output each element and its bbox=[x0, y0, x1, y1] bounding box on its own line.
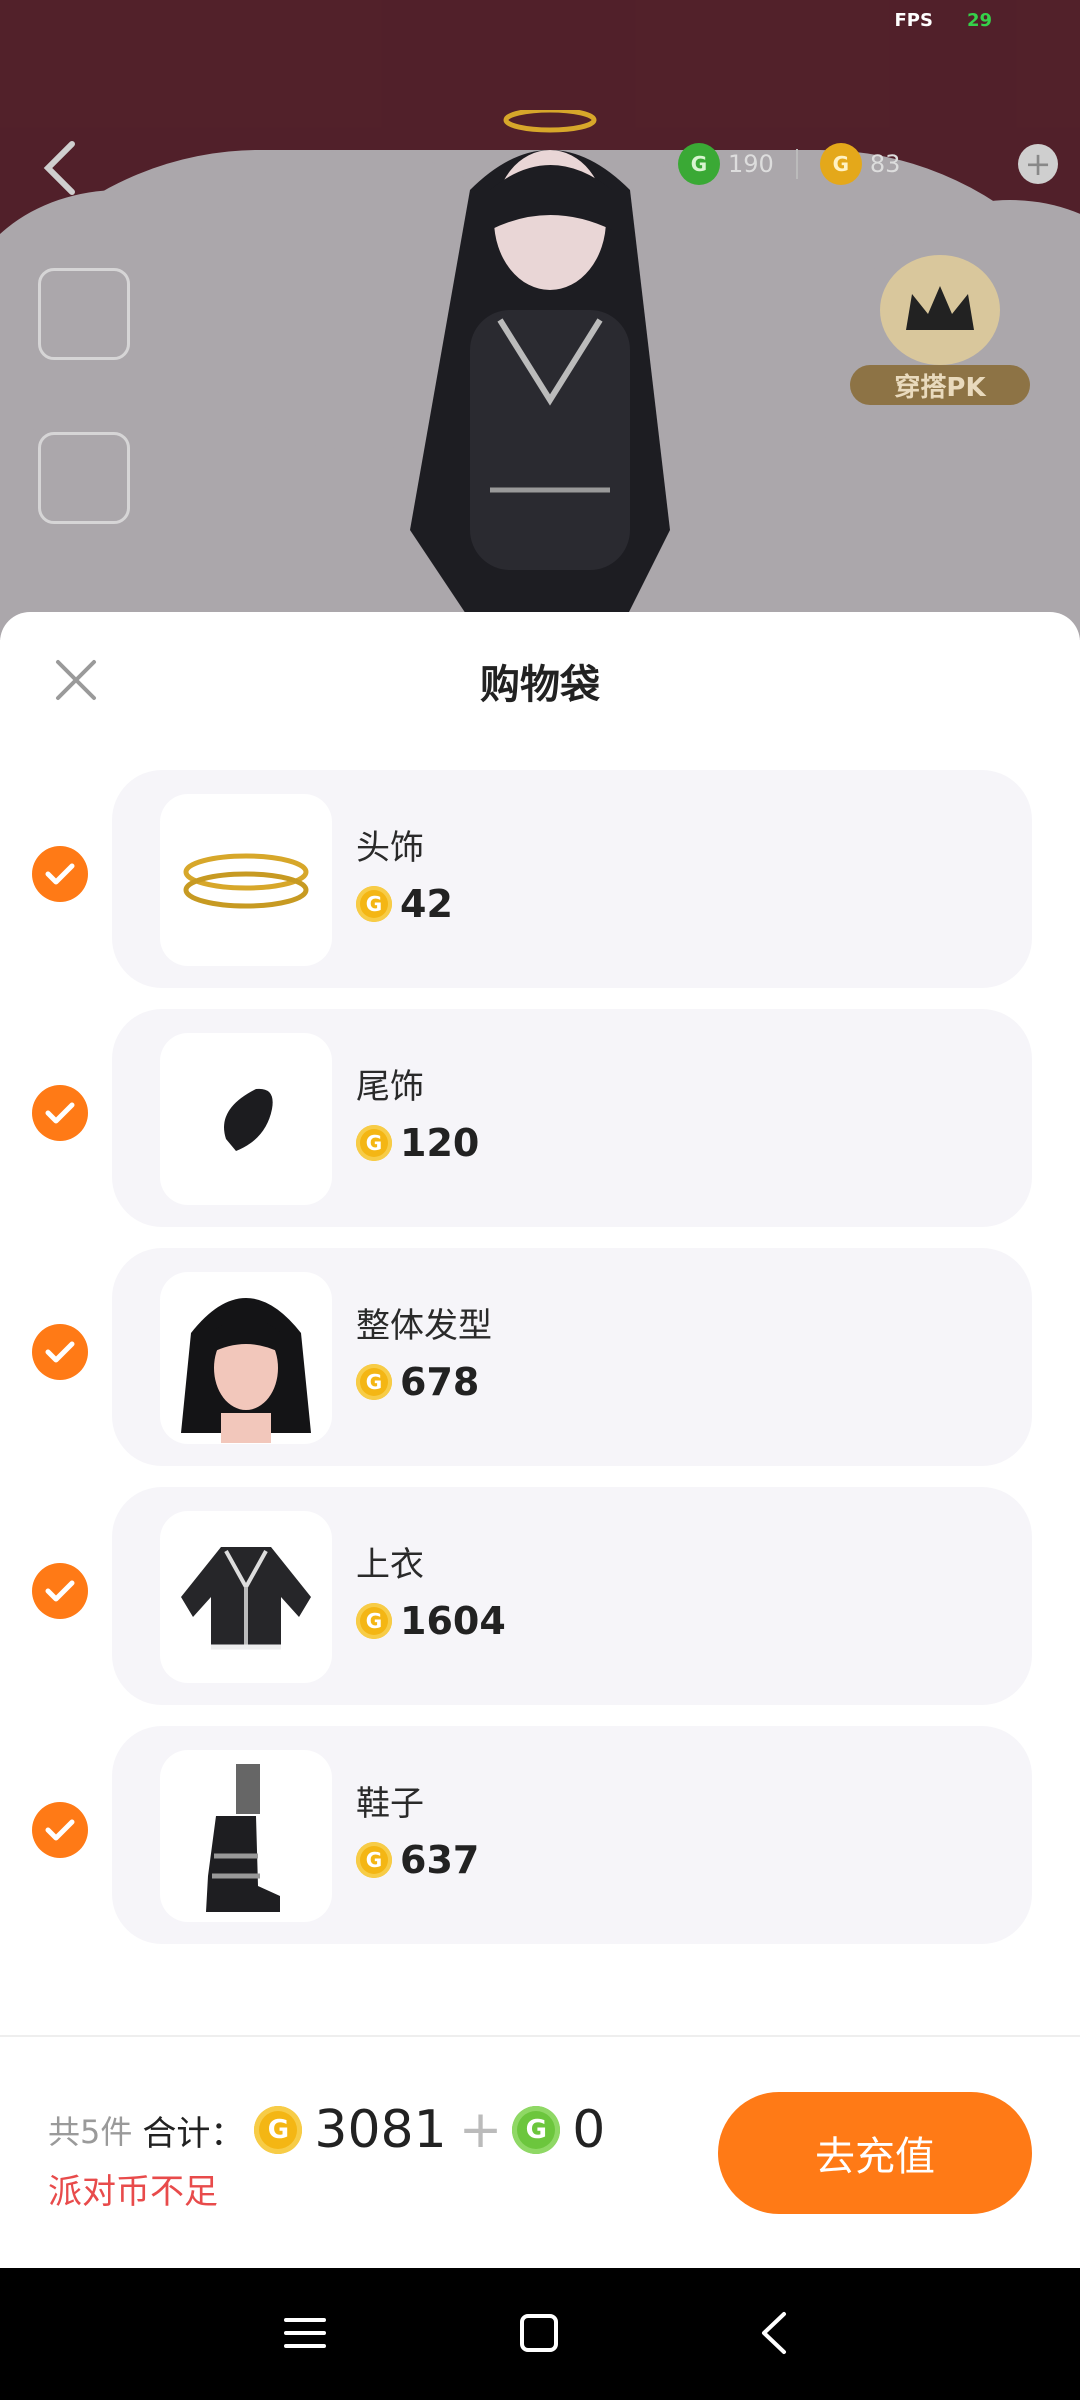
item-price: G 637 bbox=[356, 1838, 479, 1882]
item-price: G 42 bbox=[356, 882, 453, 926]
item-price: G 1604 bbox=[356, 1599, 506, 1643]
back-icon[interactable] bbox=[750, 2308, 800, 2358]
item-count: 共5件 bbox=[48, 2113, 133, 2151]
item-price-value: 1604 bbox=[400, 1599, 506, 1643]
shopping-bag-sheet: 购物袋 头饰 G 42 尾饰 G 120 整体发型 G 678 上衣 G 160… bbox=[0, 612, 1080, 2268]
item-checkbox[interactable] bbox=[32, 1563, 88, 1619]
cart-item: 上衣 G 1604 bbox=[0, 1477, 1080, 1716]
checkmark-icon bbox=[45, 1341, 75, 1363]
back-arrow-icon[interactable] bbox=[40, 138, 80, 198]
checkmark-icon bbox=[45, 1102, 75, 1124]
item-card[interactable]: 尾饰 G 120 bbox=[112, 1009, 1032, 1227]
side-button-activity[interactable] bbox=[38, 268, 130, 366]
item-name: 头饰 bbox=[356, 828, 424, 868]
item-thumbnail bbox=[160, 794, 332, 966]
plus-sign: + bbox=[458, 2100, 503, 2160]
jacket-icon bbox=[181, 1547, 311, 1650]
gold-coin-icon: G bbox=[356, 1603, 392, 1639]
halo-icon bbox=[183, 853, 309, 909]
gold-total: 3081 bbox=[314, 2100, 447, 2160]
item-name: 上衣 bbox=[356, 1545, 424, 1585]
side-button-gift[interactable] bbox=[38, 432, 130, 530]
cart-summary: 共5件 合计： G 3081 + G 0 bbox=[48, 2100, 617, 2160]
gold-currency-value: 83 bbox=[869, 150, 901, 178]
insufficient-funds-warning: 派对币不足 bbox=[48, 2172, 218, 2212]
item-thumbnail bbox=[160, 1511, 332, 1683]
gift-box-icon bbox=[38, 432, 130, 524]
cart-item-list: 头饰 G 42 尾饰 G 120 整体发型 G 678 上衣 G 1604 鞋子… bbox=[0, 760, 1080, 1955]
cart-item: 尾饰 G 120 bbox=[0, 999, 1080, 1238]
cart-item: 整体发型 G 678 bbox=[0, 1238, 1080, 1477]
item-thumbnail bbox=[160, 1033, 332, 1205]
item-price-value: 678 bbox=[400, 1360, 480, 1404]
item-thumbnail bbox=[160, 1750, 332, 1922]
gold-coin-icon: G bbox=[356, 1125, 392, 1161]
item-thumbnail bbox=[160, 1272, 332, 1444]
item-card[interactable]: 头饰 G 42 bbox=[112, 770, 1032, 988]
add-currency-button[interactable]: + bbox=[1018, 144, 1058, 184]
checkmark-icon bbox=[45, 863, 75, 885]
item-card[interactable]: 鞋子 G 637 bbox=[112, 1726, 1032, 1944]
menu-icon[interactable] bbox=[280, 2308, 330, 2358]
green-coin-icon: G bbox=[512, 2106, 561, 2154]
gold-coin-icon: G bbox=[356, 1364, 392, 1400]
total-label: 合计： bbox=[142, 2113, 245, 2154]
fps-label: FPS bbox=[894, 10, 933, 31]
item-name: 尾饰 bbox=[356, 1067, 424, 1107]
item-price: G 120 bbox=[356, 1121, 479, 1165]
gold-coin-icon: G bbox=[254, 2106, 303, 2154]
item-name: 整体发型 bbox=[356, 1306, 492, 1346]
item-checkbox[interactable] bbox=[32, 1085, 88, 1141]
item-checkbox[interactable] bbox=[32, 1802, 88, 1858]
crown-icon bbox=[880, 255, 1000, 365]
tail-icon bbox=[224, 1088, 273, 1151]
item-name: 鞋子 bbox=[356, 1784, 424, 1824]
outfit-pk-label: 穿搭PK bbox=[850, 365, 1030, 405]
hairstyle-icon bbox=[181, 1298, 311, 1443]
item-checkbox[interactable] bbox=[32, 1324, 88, 1380]
cart-item: 鞋子 G 637 bbox=[0, 1716, 1080, 1955]
green-total: 0 bbox=[572, 2100, 606, 2160]
checkmark-icon bbox=[45, 1819, 75, 1841]
currency-bar: G 190 G 83 + bbox=[678, 138, 1058, 190]
outfit-pk-badge[interactable]: 穿搭PK bbox=[850, 255, 1030, 405]
item-checkbox[interactable] bbox=[32, 846, 88, 902]
item-card[interactable]: 上衣 G 1604 bbox=[112, 1487, 1032, 1705]
sheet-title: 购物袋 bbox=[480, 662, 600, 708]
fps-counter: FPS 29 bbox=[894, 10, 992, 31]
item-price: G 678 bbox=[356, 1360, 479, 1404]
checkmark-icon bbox=[45, 1580, 75, 1602]
home-icon[interactable] bbox=[514, 2308, 564, 2358]
fps-value: 29 bbox=[966, 10, 992, 31]
footer-divider bbox=[0, 2035, 1080, 2037]
avatar-character bbox=[410, 110, 670, 640]
item-price-value: 120 bbox=[400, 1121, 480, 1165]
cart-item: 头饰 G 42 bbox=[0, 760, 1080, 999]
system-nav-bar bbox=[0, 2268, 1080, 2400]
recharge-button[interactable]: 去充值 bbox=[718, 2092, 1032, 2214]
gold-coin-icon: G bbox=[356, 886, 392, 922]
green-currency-value: 190 bbox=[728, 150, 774, 178]
hot-air-balloon-icon bbox=[38, 268, 130, 360]
item-price-value: 42 bbox=[400, 882, 453, 926]
gold-coin-icon: G bbox=[819, 143, 862, 185]
avatar-scene: FPS 29 G 190 G 83 + 穿搭PK bbox=[0, 0, 1080, 640]
gold-coin-icon: G bbox=[356, 1842, 392, 1878]
boots-icon bbox=[206, 1764, 280, 1912]
currency-divider bbox=[795, 149, 798, 179]
item-card[interactable]: 整体发型 G 678 bbox=[112, 1248, 1032, 1466]
item-price-value: 637 bbox=[400, 1838, 480, 1882]
